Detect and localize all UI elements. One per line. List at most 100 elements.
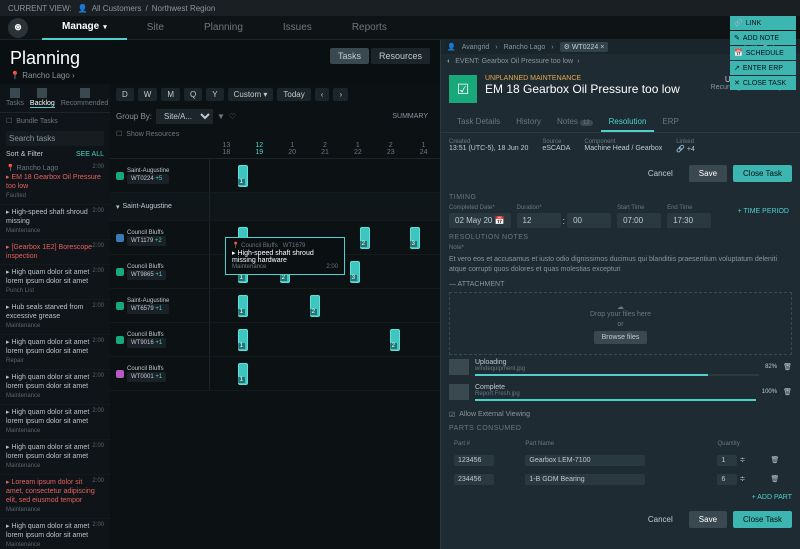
cancel-button[interactable]: Cancel [638,165,683,182]
view-quarter[interactable]: Q [184,88,202,101]
duration-mins[interactable]: 00 [567,213,611,228]
stepper-icon[interactable]: ≑ [739,476,745,483]
gantt-block[interactable]: 3 [410,227,420,249]
task-item[interactable]: 2:00▸ High quam dolor sit amet lorem ips… [0,519,110,549]
meta-linked[interactable]: 🔗 +4 [676,145,695,153]
view-custom[interactable]: Custom ▾ [228,88,274,101]
task-check-icon[interactable]: ☑ [449,75,477,103]
action-enter-erp[interactable]: ↗ ENTER ERP [730,61,796,75]
save-button[interactable]: Save [689,165,727,182]
groupby-select[interactable]: Site/A... [156,109,213,124]
part-num-field[interactable]: 123456 [454,455,494,466]
task-title: EM 18 Gearbox Oil Pressure too low [485,82,703,96]
add-time-period[interactable]: + TIME PERIOD [735,205,792,228]
view-month[interactable]: M [161,88,180,101]
gantt-group-row[interactable]: ▾Saint-Augustine [110,193,440,221]
gantt-block[interactable]: 1 [238,165,248,187]
attachment-toggle[interactable]: — ATTACHMENT [449,281,792,288]
cancel-button-bottom[interactable]: Cancel [638,511,683,528]
side-tab-tasks[interactable]: Tasks [6,88,24,108]
save-button-bottom[interactable]: Save [689,511,727,528]
ptab-resolution[interactable]: Resolution [601,113,655,132]
gantt-row[interactable]: Council BluffsWT9016 +112 [110,323,440,357]
gantt-row[interactable]: Saint-AugustineWT6579 +112 [110,289,440,323]
gantt-block[interactable]: 3 [350,261,360,283]
today-button[interactable]: Today [277,88,310,101]
customers-crumb[interactable]: All Customers [92,4,142,13]
task-item[interactable]: 2:00 📍 Rancho Lago▸ EM 18 Gearbox Oil Pr… [0,161,110,205]
side-tab-backlog[interactable]: Backlog [30,88,55,108]
ptab-details[interactable]: Task Details [449,113,508,132]
sort-filter-link[interactable]: Sort & Filter [6,151,43,158]
gantt-block[interactable]: 1 [238,329,248,351]
action-link[interactable]: 🔗 LINK [730,16,796,30]
part-name-field[interactable]: 1-B GDM Bearing [525,474,645,485]
gantt-block[interactable]: 1 [238,295,248,317]
gantt-block[interactable]: 2 [310,295,320,317]
task-item[interactable]: 2:00▸ High-speed shaft shroud missingMai… [0,205,110,240]
filter-icon[interactable]: ▼ [217,112,225,121]
ptab-history[interactable]: History [508,113,549,132]
task-item[interactable]: 2:00▸ Hub seals starved from excessive g… [0,300,110,335]
gantt-block[interactable]: 1 [238,363,248,385]
task-item[interactable]: 2:00▸ [Gearbox 1E2] Borescope inspection [0,240,110,265]
search-input[interactable]: Search tasks [6,131,104,146]
task-list[interactable]: 2:00 📍 Rancho Lago▸ EM 18 Gearbox Oil Pr… [0,161,110,549]
wt-badge[interactable]: ⚙ WT0224 × [560,42,609,52]
view-day[interactable]: D [116,88,134,101]
task-item[interactable]: 2:00▸ High quam dolor sit amet lorem ips… [0,370,110,405]
browse-files-button[interactable]: Browse files [594,331,648,344]
add-part-button[interactable]: + ADD PART [449,490,792,505]
tab-tasks[interactable]: Tasks [330,48,369,64]
end-time-field[interactable]: 17:30 [667,213,711,228]
task-item[interactable]: 2:00▸ Loream ipsum dolor sit amet, conse… [0,475,110,519]
duration-hours[interactable]: 12 [517,213,561,228]
view-week[interactable]: W [138,88,158,101]
stepper-icon[interactable]: ≑ [739,457,745,464]
part-name-field[interactable]: Gearbox LEM-7100 [525,455,645,466]
close-task-button[interactable]: Close Task [733,165,792,182]
action-add-note[interactable]: ✎ ADD NOTE [730,31,796,45]
start-time-field[interactable]: 07:00 [617,213,661,228]
prev-arrow[interactable]: ‹ [315,88,330,101]
side-tab-recommended[interactable]: Recommended [61,88,108,108]
delete-icon[interactable]: 🗑 [783,388,792,396]
next-arrow[interactable]: › [333,88,348,101]
gantt-row[interactable]: Saint-AugustineWT0224 +51 [110,159,440,193]
show-resources-toggle[interactable]: Show Resources [126,131,179,138]
delete-icon[interactable]: 🗑 [771,457,780,464]
task-item[interactable]: 2:00▸ High quam dolor sit amet lorem ips… [0,265,110,300]
checkbox-icon[interactable]: ☑ [449,411,455,419]
see-all-link[interactable]: SEE ALL [76,151,104,158]
gantt-row[interactable]: Council BluffsWT0001 +11 [110,357,440,391]
completed-date-field[interactable]: 02 May 20 📅 [449,213,511,228]
ptab-erp[interactable]: ERP [654,113,686,132]
heart-icon[interactable]: ♡ [229,112,236,121]
part-qty-field[interactable]: 6 [717,474,737,485]
tab-resources[interactable]: Resources [371,48,430,64]
view-year[interactable]: Y [206,88,223,101]
task-item[interactable]: 2:00▸ High quam dolor sit amet lorem ips… [0,405,110,440]
gantt-block[interactable]: 2 [390,329,400,351]
close-task-button-bottom[interactable]: Close Task [733,511,792,528]
region-crumb[interactable]: Northwest Region [152,4,216,13]
gantt-block[interactable]: 2 [360,227,370,249]
nav-reports[interactable]: Reports [332,16,407,40]
action-close-task[interactable]: ✕ CLOSE TASK [730,76,796,90]
file-dropzone[interactable]: ☁ Drop your files here or Browse files [449,292,792,355]
delete-icon[interactable]: 🗑 [783,363,792,371]
action-schedule[interactable]: 📅 SCHEDULE [730,46,796,60]
bundle-tasks-toggle[interactable]: ☐Bundle Tasks [0,113,110,129]
delete-icon[interactable]: 🗑 [771,476,780,483]
part-num-field[interactable]: 234456 [454,474,494,485]
nav-issues[interactable]: Issues [263,16,332,40]
task-item[interactable]: 2:00▸ High quam dolor sit amet lorem ips… [0,335,110,370]
ptab-notes[interactable]: Notes12 [549,113,601,132]
note-textarea[interactable]: Et vero eos et accusamus et iusto odio d… [449,255,792,275]
part-qty-field[interactable]: 1 [717,455,737,466]
nav-planning[interactable]: Planning [184,16,263,40]
task-item[interactable]: 2:00▸ High quam dolor sit amet lorem ips… [0,440,110,475]
nav-manage[interactable]: Manage▾ [42,16,127,40]
nav-site[interactable]: Site [127,16,184,40]
ge-logo[interactable]: ⊛ [8,18,28,38]
